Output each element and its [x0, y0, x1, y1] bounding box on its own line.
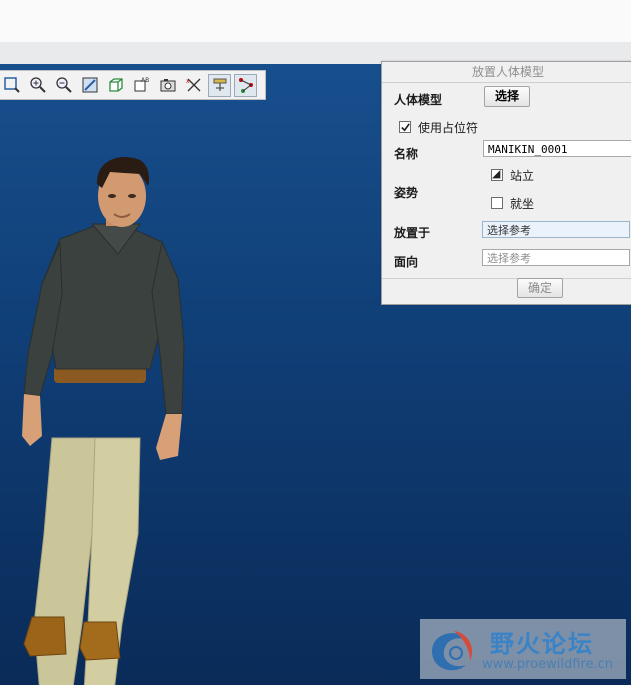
spin-center-icon [213, 78, 226, 91]
posture-seated-checkbox[interactable] [491, 197, 503, 209]
svg-text:AB: AB [141, 77, 149, 84]
posture-standing-checkbox[interactable] [491, 169, 503, 181]
place-on-reference-field[interactable]: 选择参考 [482, 221, 630, 238]
datum-display-button[interactable]: x [182, 74, 205, 97]
zoom-in-icon [29, 77, 46, 93]
facing-reference-field[interactable]: 选择参考 [482, 249, 630, 266]
manikin-icon [238, 78, 253, 93]
place-on-label: 放置于 [394, 226, 431, 240]
place-manikin-dialog: 放置人体模型 人体模型 选择 使用占位符 名称 MANIKIN_0001 姿势 … [381, 61, 631, 305]
display-style-icon [108, 78, 123, 92]
select-model-button[interactable]: 选择 [484, 86, 530, 107]
forum-watermark: 野火论坛 www.proewildfire.cn [420, 619, 626, 679]
camera-icon [160, 79, 175, 92]
saved-views-icon: AB [134, 77, 149, 92]
use-placeholder-checkbox[interactable] [399, 121, 411, 133]
facing-label: 面向 [394, 255, 419, 269]
zoom-fit-button[interactable] [0, 74, 23, 97]
zoom-fit-icon [3, 77, 20, 93]
wildfire-logo-icon [432, 631, 473, 671]
posture-seated-label: 就坐 [510, 197, 535, 211]
name-field[interactable]: MANIKIN_0001 [483, 140, 631, 157]
model-label: 人体模型 [394, 93, 443, 107]
half-filled-icon [492, 170, 501, 179]
spin-center-button[interactable] [208, 73, 231, 97]
top-bar [0, 0, 631, 43]
saved-views-button[interactable]: AB [130, 74, 153, 97]
svg-text:x: x [186, 78, 190, 85]
posture-standing-label: 站立 [510, 169, 535, 183]
name-label: 名称 [394, 147, 419, 161]
zoom-out-button[interactable] [52, 74, 75, 97]
view-toolbar: AB x [0, 70, 266, 100]
zoom-in-button[interactable] [26, 74, 49, 97]
posture-label: 姿势 [394, 186, 419, 200]
repaint-icon [82, 77, 97, 93]
manikin-button[interactable] [234, 73, 257, 97]
repaint-button[interactable] [78, 74, 101, 97]
zoom-out-icon [55, 77, 72, 93]
watermark-url: www.proewildfire.cn [482, 657, 613, 672]
display-style-button[interactable] [104, 74, 127, 97]
datum-display-icon: x [186, 78, 200, 92]
dialog-divider [382, 278, 631, 279]
use-placeholder-label: 使用占位符 [418, 121, 479, 135]
camera-button[interactable] [156, 74, 179, 97]
dialog-title: 放置人体模型 [382, 62, 631, 83]
checkmark-icon [401, 123, 410, 132]
ok-button[interactable]: 确定 [517, 278, 563, 298]
watermark-title: 野火论坛 [490, 630, 594, 658]
